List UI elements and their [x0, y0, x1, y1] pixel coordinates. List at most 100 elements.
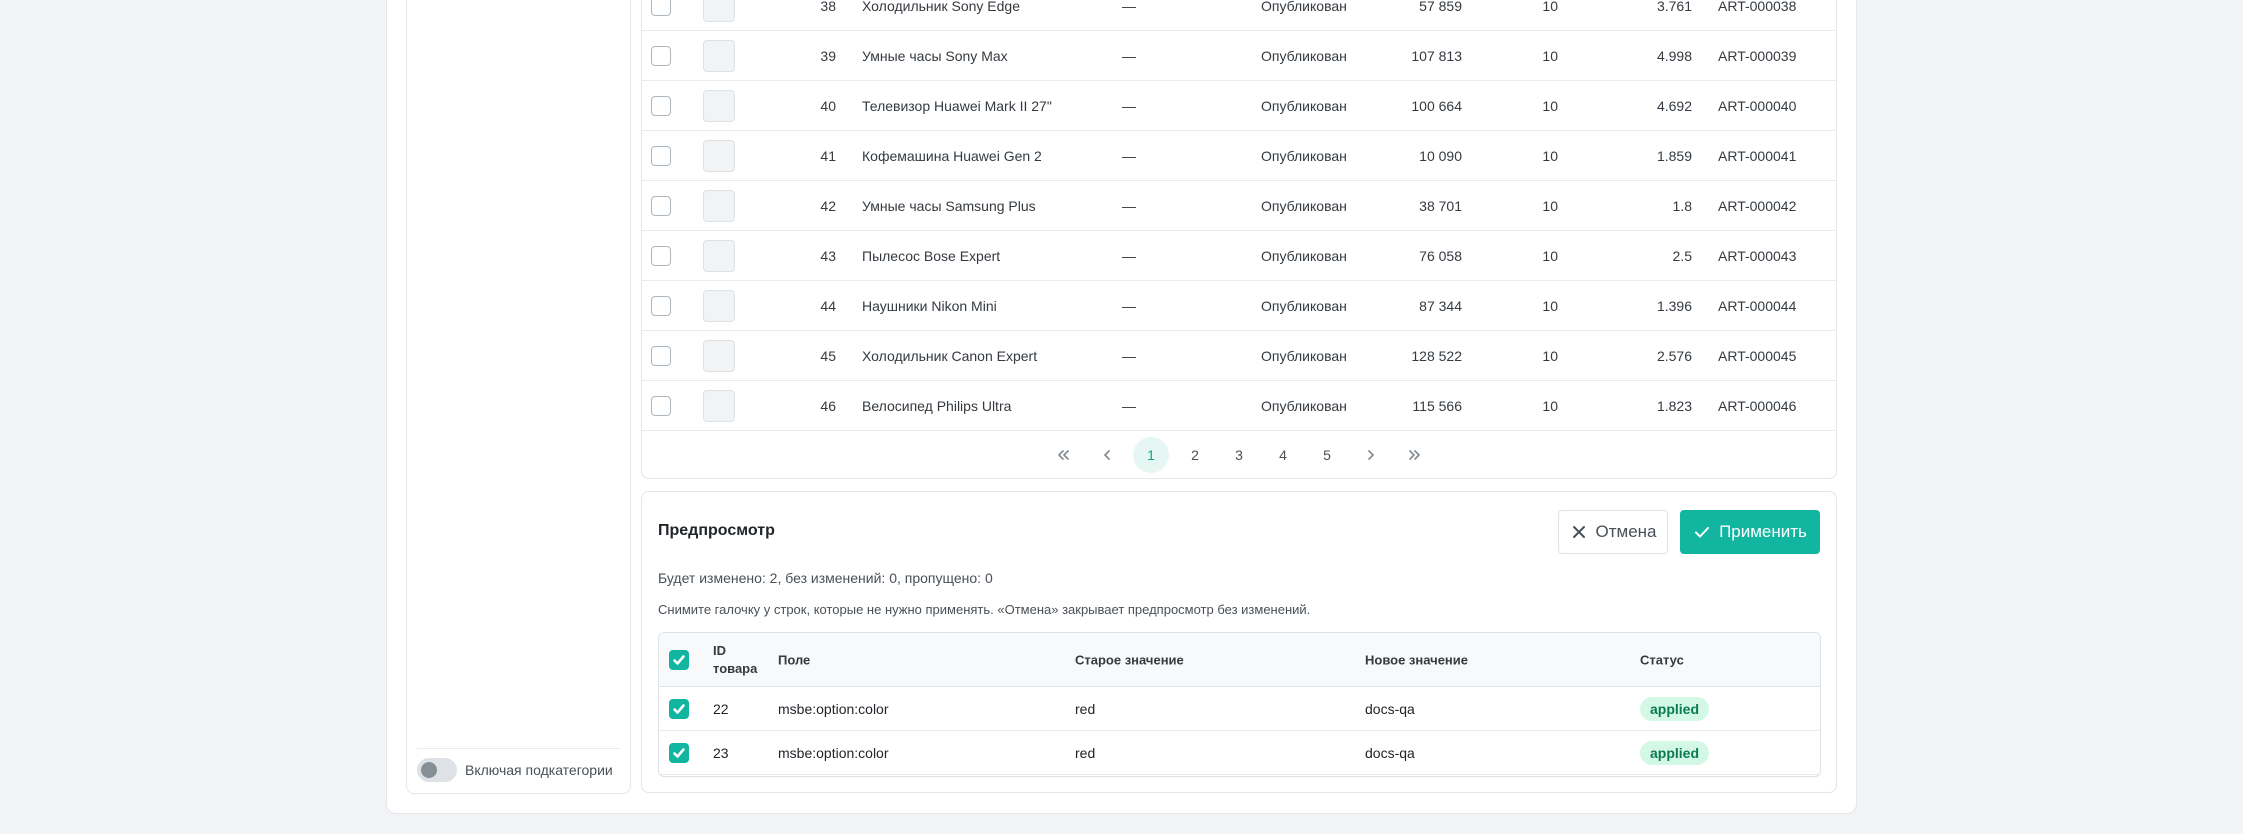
product-quantity: 10 [1542, 0, 1558, 14]
product-thumbnail [703, 289, 735, 322]
row-checkbox[interactable] [651, 345, 671, 366]
product-dash: — [1122, 47, 1136, 64]
product-id: 38 [820, 0, 836, 14]
apply-button[interactable]: Применить [1680, 510, 1820, 554]
product-weight: 1.859 [1656, 147, 1692, 164]
product-status: Опубликован [1261, 147, 1347, 164]
page-button-5[interactable]: 5 [1309, 437, 1345, 473]
column-header-id: ID товара [713, 642, 757, 678]
product-name[interactable]: Кофемашина Huawei Gen 2 [862, 148, 1042, 164]
table-row[interactable]: 38 Холодильник Sony Edge — Опубликован 5… [642, 0, 1836, 31]
product-status: Опубликован [1261, 197, 1347, 214]
product-thumbnail [703, 0, 735, 22]
next-page-button[interactable] [1353, 437, 1389, 473]
page-button-2[interactable]: 2 [1177, 437, 1213, 473]
product-quantity: 10 [1542, 297, 1558, 314]
product-weight: 2.5 [1672, 247, 1692, 264]
table-row[interactable]: 39 Умные часы Sony Max — Опубликован 107… [642, 31, 1836, 81]
product-id: 39 [820, 47, 836, 64]
product-sku: ART-000040 [1718, 97, 1797, 114]
product-status: Опубликован [1261, 247, 1347, 264]
product-name[interactable]: Холодильник Canon Expert [862, 348, 1037, 364]
product-name[interactable]: Велосипед Philips Ultra [862, 398, 1011, 414]
table-row[interactable]: 46 Велосипед Philips Ultra — Опубликован… [642, 381, 1836, 431]
product-price: 107 813 [1411, 47, 1462, 64]
product-dash: — [1122, 297, 1136, 314]
product-thumbnail [703, 239, 735, 272]
product-name[interactable]: Холодильник Sony Edge [862, 0, 1020, 14]
cancel-button[interactable]: Отмена [1558, 510, 1668, 554]
product-thumbnail [703, 189, 735, 222]
table-row[interactable]: 44 Наушники Nikon Mini — Опубликован 87 … [642, 281, 1836, 331]
product-sku: ART-000046 [1718, 397, 1797, 414]
row-checkbox[interactable] [669, 698, 689, 719]
product-status: Опубликован [1261, 47, 1347, 64]
product-price: 57 859 [1419, 0, 1462, 14]
product-id: 40 [820, 97, 836, 114]
product-dash: — [1122, 0, 1136, 14]
table-row[interactable]: 45 Холодильник Canon Expert — Опубликова… [642, 331, 1836, 381]
product-quantity: 10 [1542, 147, 1558, 164]
product-name[interactable]: Умные часы Samsung Plus [862, 198, 1036, 214]
check-icon [673, 703, 685, 714]
divider [417, 748, 620, 749]
last-page-button[interactable] [1397, 437, 1433, 473]
product-sku: ART-000045 [1718, 347, 1797, 364]
preview-product-id: 23 [713, 744, 729, 761]
product-name[interactable]: Телевизор Huawei Mark II 27" [862, 98, 1052, 114]
product-weight: 2.576 [1656, 347, 1692, 364]
product-thumbnail [703, 139, 735, 172]
preview-product-id: 22 [713, 700, 729, 717]
product-quantity: 10 [1542, 197, 1558, 214]
chevron-right-icon [1368, 450, 1374, 460]
product-id: 41 [820, 147, 836, 164]
preview-row[interactable]: 23 msbe:option:color red docs-qa applied [659, 731, 1820, 775]
page-button-3[interactable]: 3 [1221, 437, 1257, 473]
column-header-status: Статус [1640, 652, 1684, 667]
product-quantity: 10 [1542, 97, 1558, 114]
select-all-checkbox[interactable] [669, 649, 689, 670]
product-weight: 4.998 [1656, 47, 1692, 64]
status-badge: applied [1640, 740, 1710, 765]
row-checkbox[interactable] [651, 95, 671, 116]
preview-old-value: red [1075, 700, 1096, 717]
table-row[interactable]: 43 Пылесос Bose Expert — Опубликован 76 … [642, 231, 1836, 281]
row-checkbox[interactable] [651, 395, 671, 416]
table-row[interactable]: 42 Умные часы Samsung Plus — Опубликован… [642, 181, 1836, 231]
preview-table: ID товара Поле Старое значение Новое зна… [658, 632, 1821, 777]
status-badge: applied [1640, 696, 1710, 721]
include-subcategories-toggle[interactable] [417, 758, 457, 782]
column-header-id-line1: ID [713, 642, 726, 658]
product-sku: ART-000039 [1718, 47, 1797, 64]
product-id: 43 [820, 247, 836, 264]
product-id: 42 [820, 197, 836, 214]
page-button-1[interactable]: 1 [1133, 437, 1169, 473]
product-dash: — [1122, 397, 1136, 414]
column-header-field: Поле [778, 652, 811, 667]
product-price: 115 566 [1412, 397, 1462, 414]
product-name[interactable]: Наушники Nikon Mini [862, 298, 997, 314]
table-row[interactable]: 40 Телевизор Huawei Mark II 27" — Опубли… [642, 81, 1836, 131]
product-name[interactable]: Пылесос Bose Expert [862, 248, 1000, 264]
row-checkbox[interactable] [669, 742, 689, 763]
product-quantity: 10 [1542, 397, 1558, 414]
row-checkbox[interactable] [651, 295, 671, 316]
preview-row[interactable]: 22 msbe:option:color red docs-qa applied [659, 687, 1820, 731]
product-name[interactable]: Умные часы Sony Max [862, 48, 1008, 64]
row-checkbox[interactable] [651, 0, 671, 16]
row-checkbox[interactable] [651, 145, 671, 166]
table-row[interactable]: 41 Кофемашина Huawei Gen 2 — Опубликован… [642, 131, 1836, 181]
prev-page-button[interactable] [1089, 437, 1125, 473]
product-thumbnail [703, 89, 735, 122]
page-button-4[interactable]: 4 [1265, 437, 1301, 473]
row-checkbox[interactable] [651, 45, 671, 66]
include-subcategories-label: Включая подкатегории [465, 762, 613, 778]
first-page-button[interactable] [1045, 437, 1081, 473]
apply-button-label: Применить [1719, 522, 1807, 541]
product-price: 128 522 [1411, 347, 1462, 364]
include-subcategories-row: Включая подкатегории [417, 758, 613, 782]
row-checkbox[interactable] [651, 195, 671, 216]
row-checkbox[interactable] [651, 245, 671, 266]
product-sku: ART-000044 [1718, 297, 1797, 314]
product-id: 44 [820, 297, 836, 314]
